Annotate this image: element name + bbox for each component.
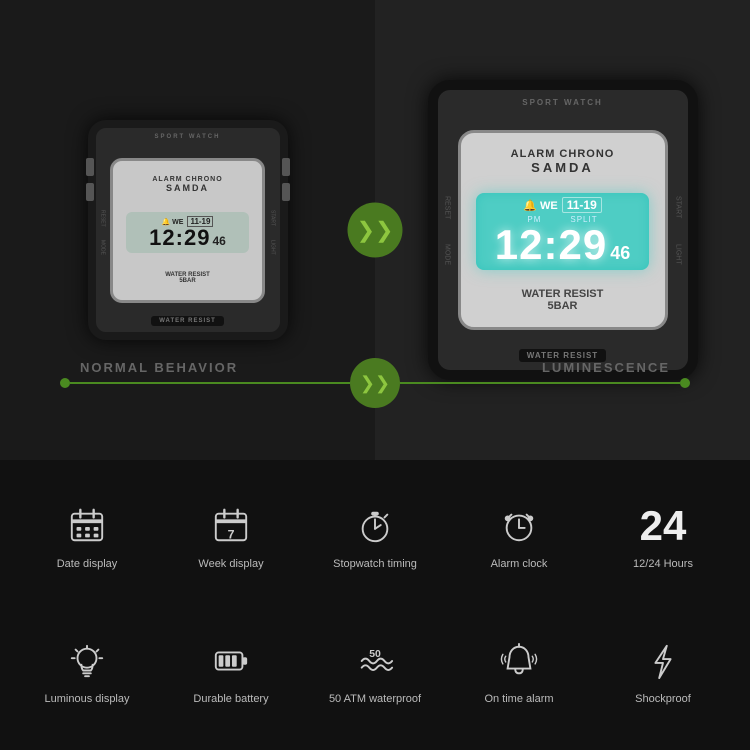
lightning-icon	[644, 639, 682, 684]
right-watch-image: SPORT WATCH ALARM CHRONOSAMDA 🔔 WE 11-19…	[428, 80, 698, 380]
alarm-clock-icon	[500, 504, 538, 549]
feature-24h: 24 12/24 Hours	[596, 475, 730, 600]
left-btn-mode	[86, 183, 94, 201]
timeline: ❯❯	[60, 358, 690, 408]
feature-luminous: Luminous display	[20, 610, 154, 735]
right-screen: 🔔 WE 11-19 PM SPLIT 12:29 46	[476, 193, 649, 270]
timeline-line-right	[400, 382, 680, 384]
hours-24-icon: 24	[640, 504, 687, 549]
features-grid: Date display 7 Week display Stop	[0, 460, 750, 750]
right-time-main: 12:29	[495, 224, 607, 266]
feature-alarm-clock: Alarm clock	[452, 475, 586, 600]
left-watch-face: ALARM CHRONOSAMDA 🔔 WE 11-19 12:29 46 WA…	[110, 158, 265, 303]
feature-on-time-alarm: On time alarm	[452, 610, 586, 735]
timeline-dot-left	[60, 378, 70, 388]
timeline-line-left	[70, 382, 350, 384]
calendar-week-icon: 7	[212, 504, 250, 549]
svg-text:50: 50	[369, 650, 381, 661]
battery-icon	[212, 639, 250, 684]
shockproof-label: Shockproof	[635, 692, 691, 706]
timeline-dot-right	[680, 378, 690, 388]
waterproof-label: 50 ATM waterproof	[329, 692, 421, 706]
timeline-arrow-center: ❯❯	[350, 358, 400, 408]
week-display-label: Week display	[198, 557, 263, 571]
stopwatch-icon	[356, 504, 394, 549]
water-icon: 50	[356, 639, 394, 684]
left-btn-reset	[86, 158, 94, 176]
calendar-icon	[68, 504, 106, 549]
right-water-resist: WATER RESIST5BAR	[522, 288, 604, 312]
watch-comparison-section: SPORT WATCH ALARM CHRONOSAMDA 🔔 WE 11-19…	[0, 0, 750, 460]
left-watch-image: SPORT WATCH ALARM CHRONOSAMDA 🔔 WE 11-19…	[88, 120, 288, 340]
bulb-icon	[68, 639, 106, 684]
hours-24-label: 12/24 Hours	[633, 557, 693, 571]
left-time-main: 12:29	[149, 227, 210, 249]
arrow-icon: ❯❯	[357, 217, 394, 243]
battery-label: Durable battery	[193, 692, 268, 706]
luminous-label: Luminous display	[45, 692, 130, 706]
left-screen: 🔔 WE 11-19 12:29 46	[126, 212, 249, 253]
date-display-label: Date display	[57, 557, 118, 571]
alarm-clock-label: Alarm clock	[491, 557, 548, 571]
bell-alarm-icon	[500, 639, 538, 684]
feature-shockproof: Shockproof	[596, 610, 730, 735]
feature-battery: Durable battery	[164, 610, 298, 735]
feature-stopwatch: Stopwatch timing	[308, 475, 442, 600]
right-brand: ALARM CHRONOSAMDA	[511, 148, 615, 175]
arrow-divider: ❯❯	[348, 203, 403, 258]
svg-text:7: 7	[228, 528, 235, 542]
left-brand: ALARM CHRONOSAMDA	[152, 176, 222, 193]
left-bottom-label: WATER RESIST	[151, 316, 224, 326]
left-btn-start	[282, 158, 290, 176]
feature-week-display: 7 Week display	[164, 475, 298, 600]
stopwatch-label: Stopwatch timing	[333, 557, 417, 571]
feature-date-display: Date display	[20, 475, 154, 600]
right-watch-face: ALARM CHRONOSAMDA 🔔 WE 11-19 PM SPLIT 12…	[458, 130, 668, 330]
feature-waterproof: 50 50 ATM waterproof	[308, 610, 442, 735]
left-btn-light	[282, 183, 290, 201]
on-time-alarm-label: On time alarm	[484, 692, 553, 706]
arrow-circle: ❯❯	[348, 203, 403, 258]
left-water-resist: WATER RESIST5BAR	[165, 272, 210, 284]
